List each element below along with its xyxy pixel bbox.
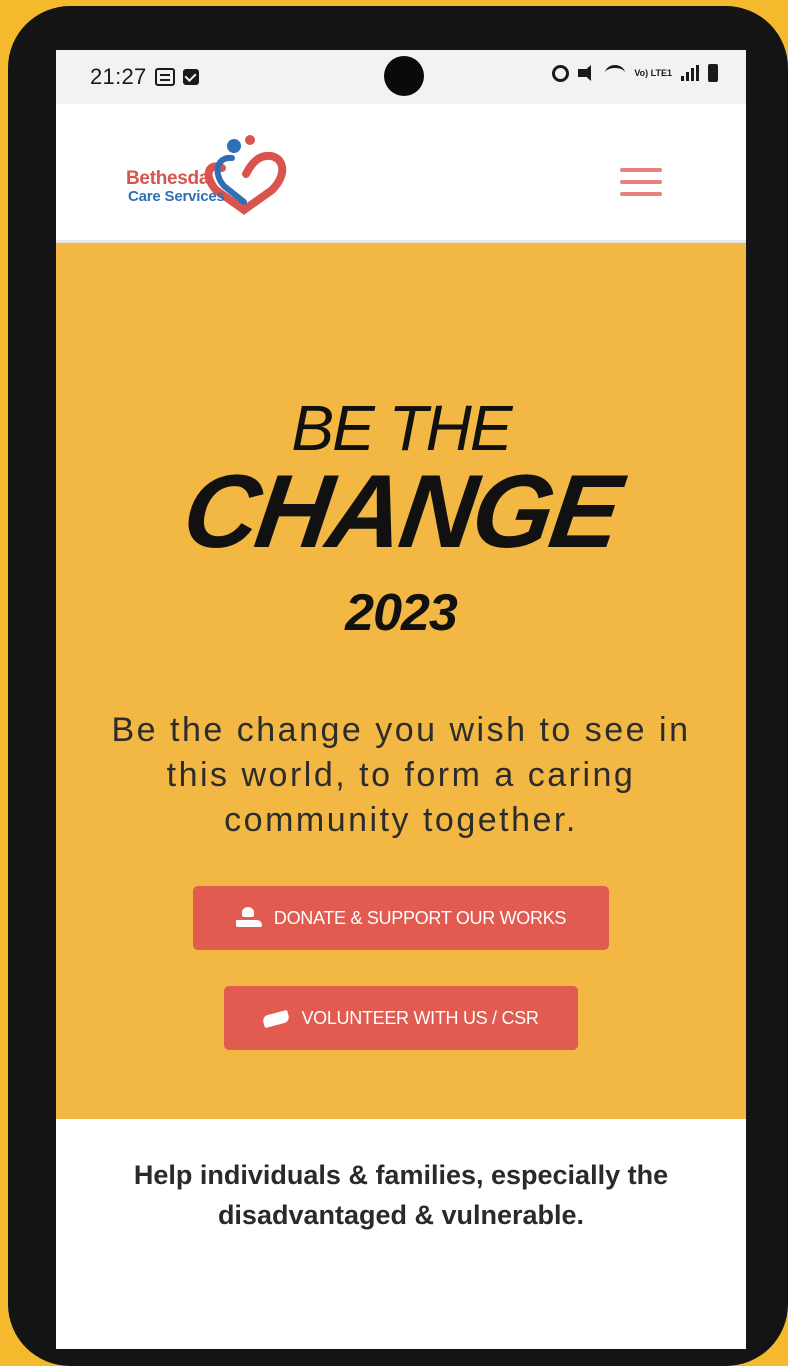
handshake-icon bbox=[263, 1007, 289, 1029]
mute-icon bbox=[578, 65, 596, 81]
message-icon bbox=[154, 68, 175, 86]
donate-button-label: DONATE & SUPPORT OUR WORKS bbox=[273, 907, 567, 928]
phone-screen: 21:27 Vo) LTE1 Bethesda Care Services BE… bbox=[56, 50, 746, 1349]
alarm-icon bbox=[552, 64, 570, 82]
checkbox-notification-icon bbox=[182, 69, 199, 85]
volunteer-button-label: VOLUNTEER WITH US / CSR bbox=[301, 1007, 539, 1028]
wifi-icon bbox=[605, 65, 626, 81]
hero-headline-year: 2023 bbox=[345, 584, 458, 642]
logo-text-bethesda: Bethesda bbox=[126, 168, 210, 189]
logo-text-care-services: Care Services bbox=[128, 188, 225, 205]
menu-bar bbox=[620, 168, 662, 172]
lte-indicator: Vo) LTE1 bbox=[634, 67, 672, 78]
hero-section: BE THE CHANGE 2023 Be the change you wis… bbox=[56, 243, 746, 1119]
signal-strength-icon bbox=[681, 65, 699, 81]
battery-icon bbox=[708, 64, 718, 82]
menu-bar bbox=[620, 180, 662, 184]
hand-heart-icon bbox=[235, 907, 262, 929]
hamburger-menu-icon[interactable] bbox=[620, 168, 662, 196]
mission-statement: Help individuals & families, especially … bbox=[133, 1160, 669, 1230]
status-right: Vo) LTE1 bbox=[552, 64, 718, 82]
front-camera bbox=[384, 56, 424, 96]
hero-tagline: Be the change you wish to see in this wo… bbox=[111, 711, 691, 839]
donate-button[interactable]: DONATE & SUPPORT OUR WORKS bbox=[193, 886, 609, 950]
status-time: 21:27 bbox=[90, 64, 147, 89]
bethesda-logo[interactable]: Bethesda Care Services bbox=[126, 134, 306, 216]
status-left: 21:27 bbox=[90, 64, 199, 90]
menu-bar bbox=[620, 192, 662, 196]
hero-headline-main: CHANGE bbox=[176, 454, 626, 570]
site-header: Bethesda Care Services bbox=[56, 104, 746, 243]
volunteer-button[interactable]: VOLUNTEER WITH US / CSR bbox=[224, 986, 578, 1050]
status-bar: 21:27 Vo) LTE1 bbox=[56, 50, 746, 104]
